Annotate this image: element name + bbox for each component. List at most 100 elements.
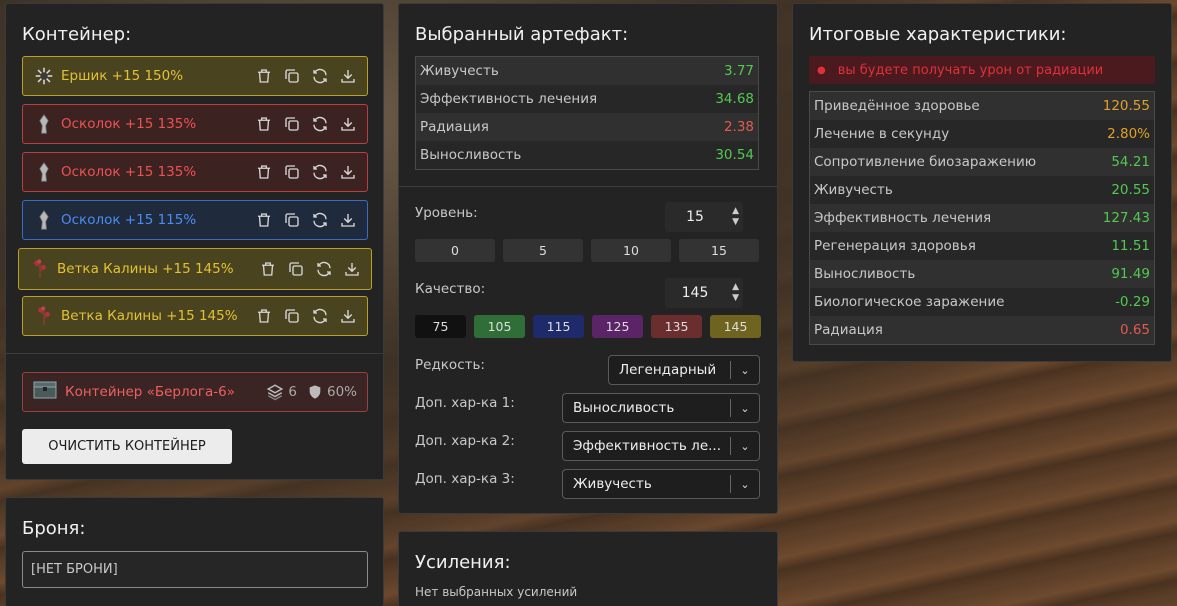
stat-row: Живучесть 20.55 xyxy=(810,176,1154,204)
divider xyxy=(6,353,383,354)
stat-value: 34.68 xyxy=(715,91,754,107)
artifact-actions xyxy=(255,211,357,229)
rarity-dropdown[interactable]: Легендарный ⌄ xyxy=(608,355,760,385)
refresh-icon[interactable] xyxy=(311,115,329,133)
armor-select[interactable]: [НЕТ БРОНИ] xyxy=(22,551,368,588)
spiky-ball-icon xyxy=(33,65,55,87)
artifact-name: Осколок +15 115% xyxy=(61,212,197,228)
delete-icon[interactable] xyxy=(255,163,273,181)
download-icon[interactable] xyxy=(339,307,357,325)
delete-icon[interactable] xyxy=(255,307,273,325)
quality-preset-button[interactable]: 145 xyxy=(710,315,761,338)
delete-icon[interactable] xyxy=(255,115,273,133)
chevron-down-icon: ⌄ xyxy=(740,477,750,491)
extra1-label: Доп. хар-ка 1: xyxy=(415,395,515,411)
stat-row: Регенерация здоровья 11.51 xyxy=(810,232,1154,260)
armor-panel: Броня: [НЕТ БРОНИ] xyxy=(5,497,384,606)
rarity-value: Легендарный xyxy=(619,362,717,378)
level-preset-button[interactable]: 5 xyxy=(503,239,583,262)
extra2-dropdown[interactable]: Эффективность ле... ⌄ xyxy=(562,431,760,461)
stat-value: 127.43 xyxy=(1102,210,1150,226)
container-panel: Контейнер: Ершик +15 150% Осколок +15 135… xyxy=(5,3,384,480)
download-icon[interactable] xyxy=(339,67,357,85)
download-icon[interactable] xyxy=(339,211,357,229)
copy-icon[interactable] xyxy=(283,307,301,325)
stat-value: 120.55 xyxy=(1102,98,1150,114)
stat-label: Приведённое здоровье xyxy=(814,98,980,114)
artifact-row[interactable]: Осколок +15 135% xyxy=(22,104,368,144)
artifact-actions xyxy=(255,307,357,325)
artifact-actions xyxy=(255,115,357,133)
spin-down-icon[interactable]: ▼ xyxy=(732,218,739,227)
spin-up-icon[interactable]: ▲ xyxy=(732,207,739,216)
extra3-dropdown[interactable]: Живучесть ⌄ xyxy=(562,469,760,499)
copy-icon[interactable] xyxy=(283,163,301,181)
refresh-icon[interactable] xyxy=(311,211,329,229)
level-preset-button[interactable]: 15 xyxy=(679,239,759,262)
delete-icon[interactable] xyxy=(255,211,273,229)
quality-label: Качество: xyxy=(415,281,486,297)
artifact-row[interactable]: Осколок +15 135% xyxy=(22,152,368,192)
selected-artifact-panel: Выбранный артефакт: Живучесть 3.77 Эффекти… xyxy=(398,3,778,514)
stat-label: Живучесть xyxy=(420,63,499,79)
stat-row: Биологическое заражение -0.29 xyxy=(810,288,1154,316)
download-icon[interactable] xyxy=(339,163,357,181)
refresh-icon[interactable] xyxy=(315,260,333,278)
boosts-title: Усиления: xyxy=(415,552,511,573)
copy-icon[interactable] xyxy=(283,115,301,133)
refresh-icon[interactable] xyxy=(311,67,329,85)
stat-value: 2.38 xyxy=(723,119,754,135)
quality-preset-button[interactable]: 125 xyxy=(592,315,643,338)
artifact-row[interactable]: Ветка Калины +15 145% xyxy=(22,296,368,336)
download-icon[interactable] xyxy=(343,260,361,278)
quality-input[interactable]: 145 ▲ ▼ xyxy=(665,278,743,308)
quality-preset-button[interactable]: 75 xyxy=(415,315,466,338)
delete-icon[interactable] xyxy=(259,260,277,278)
level-preset-button[interactable]: 0 xyxy=(415,239,495,262)
chevron-down-icon: ⌄ xyxy=(740,401,750,415)
shard-icon xyxy=(33,161,55,183)
level-label: Уровень: xyxy=(415,205,478,221)
stat-row: Лечение в секунду 2.80% xyxy=(810,120,1154,148)
stat-label: Радиация xyxy=(420,119,489,135)
artifact-row[interactable]: Ветка Калины +15 145% xyxy=(18,248,372,290)
refresh-icon[interactable] xyxy=(311,307,329,325)
level-presets: 0 5 10 15 xyxy=(415,239,759,262)
delete-icon[interactable] xyxy=(255,67,273,85)
quality-preset-button[interactable]: 105 xyxy=(474,315,525,338)
quality-presets: 75 105 115 125 135 145 xyxy=(415,315,761,338)
spin-down-icon[interactable]: ▼ xyxy=(732,294,739,303)
stat-row: Живучесть 3.77 xyxy=(416,57,758,85)
container-name: Контейнер «Берлога-6» xyxy=(65,384,235,400)
copy-icon[interactable] xyxy=(287,260,305,278)
level-input[interactable]: 15 ▲ ▼ xyxy=(665,202,743,232)
artifact-row[interactable]: Ершик +15 150% xyxy=(22,56,368,96)
extra2-label: Доп. хар-ка 2: xyxy=(415,433,515,449)
container-item[interactable]: Контейнер «Берлога-6» 6 60% xyxy=(22,372,368,412)
stat-label: Лечение в секунду xyxy=(814,126,950,142)
stat-value: 91.49 xyxy=(1111,266,1150,282)
artifact-name: Осколок +15 135% xyxy=(61,164,197,180)
stat-label: Радиация xyxy=(814,322,883,338)
level-preset-button[interactable]: 10 xyxy=(591,239,671,262)
quality-preset-button[interactable]: 135 xyxy=(651,315,702,338)
download-icon[interactable] xyxy=(339,115,357,133)
copy-icon[interactable] xyxy=(283,211,301,229)
stat-label: Эффективность лечения xyxy=(420,91,598,107)
clear-container-button[interactable]: ОЧИСТИТЬ КОНТЕЙНЕР xyxy=(22,429,232,464)
stat-value: 54.21 xyxy=(1111,154,1150,170)
artifact-name: Ветка Калины +15 145% xyxy=(57,261,234,277)
artifact-row[interactable]: Осколок +15 115% xyxy=(22,200,368,240)
container-box-icon xyxy=(33,381,57,403)
quality-preset-button[interactable]: 115 xyxy=(533,315,584,338)
rarity-label: Редкость: xyxy=(415,357,485,373)
copy-icon[interactable] xyxy=(283,67,301,85)
branch-icon xyxy=(29,258,51,280)
stat-label: Выносливость xyxy=(814,266,916,282)
refresh-icon[interactable] xyxy=(311,163,329,181)
stat-label: Эффективность лечения xyxy=(814,210,992,226)
stat-label: Сопротивление биозаражению xyxy=(814,154,1037,170)
stat-value: 0.65 xyxy=(1119,322,1150,338)
extra1-dropdown[interactable]: Выносливость ⌄ xyxy=(562,393,760,423)
spin-up-icon[interactable]: ▲ xyxy=(732,283,739,292)
